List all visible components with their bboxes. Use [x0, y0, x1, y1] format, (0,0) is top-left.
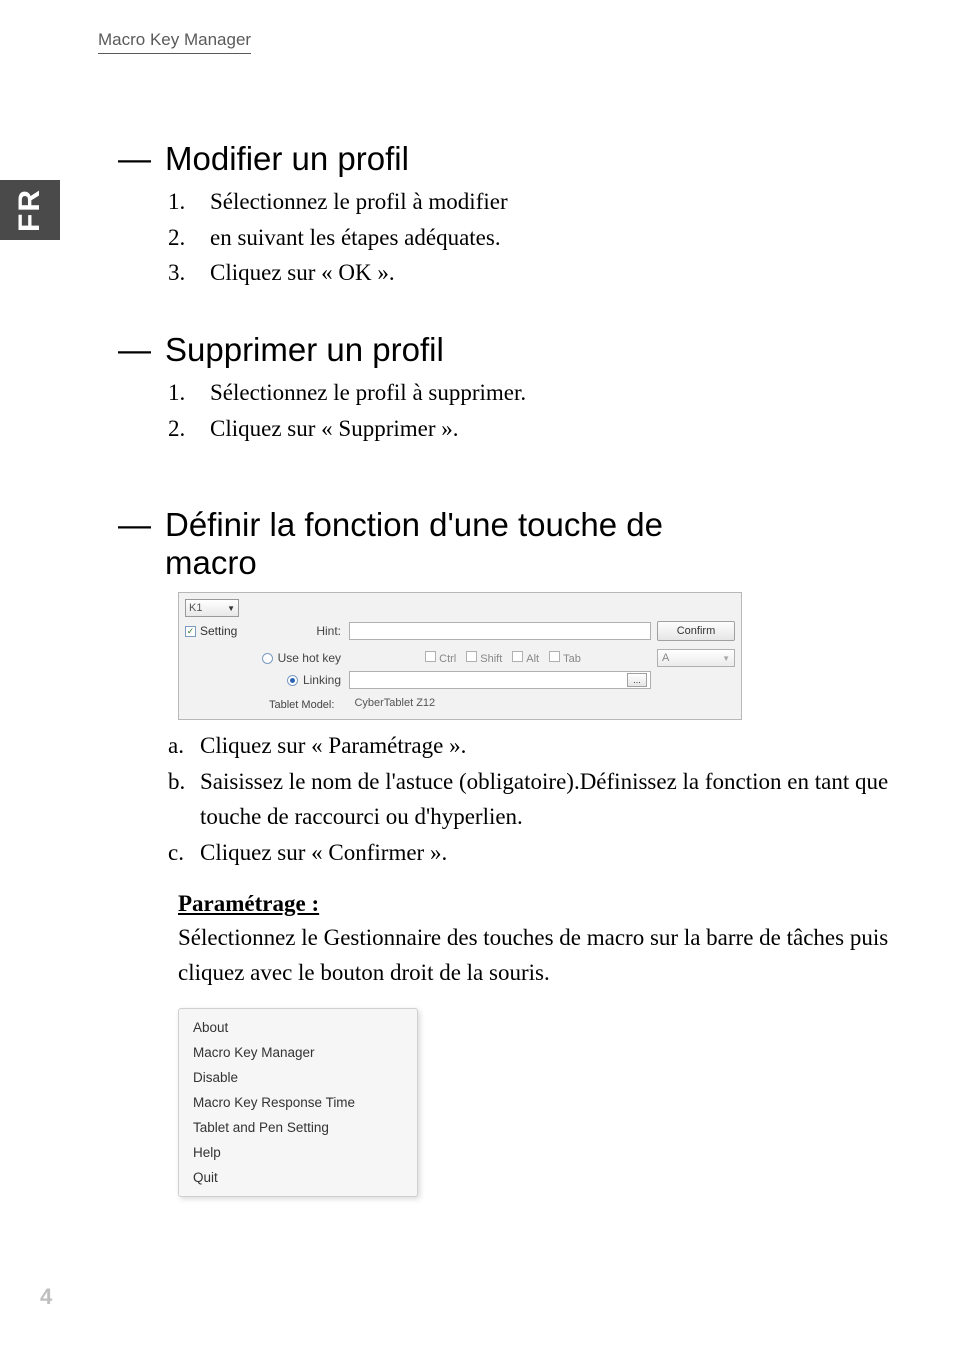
key-selector-value: K1 [189, 602, 202, 614]
tray-context-menu: About Macro Key Manager Disable Macro Ke… [178, 1008, 418, 1197]
parametrage-title: Paramétrage : [178, 887, 914, 922]
tab-checkbox[interactable] [549, 651, 560, 662]
modifier-keys: Ctrl Shift Alt Tab [349, 651, 657, 665]
linking-path-input[interactable]: ... [349, 671, 651, 689]
tab-label: Tab [563, 653, 581, 665]
parametrage-text: Sélectionnez le Gestionnaire des touches… [178, 921, 914, 990]
hotkey-label: Use hot key [278, 651, 341, 665]
em-dash-icon: — [118, 140, 151, 178]
setting-label: Setting [200, 624, 237, 638]
language-tab: FR [0, 180, 60, 240]
list-item: 1. Sélectionnez le profil à supprimer. [168, 375, 914, 411]
step-text: Sélectionnez le profil à modifier [210, 184, 508, 220]
step-text: Cliquez sur « Confirmer ». [200, 835, 447, 871]
section-modify-title: Modifier un profil [165, 140, 409, 178]
linking-label: Linking [303, 673, 341, 687]
delete-steps: 1. Sélectionnez le profil à supprimer. 2… [168, 375, 914, 446]
list-item: 2. Cliquez sur « Supprimer ». [168, 411, 914, 447]
list-item: c. Cliquez sur « Confirmer ». [168, 835, 914, 871]
step-number: c. [168, 835, 190, 871]
menu-item-quit[interactable]: Quit [179, 1165, 417, 1190]
list-item: 1. Sélectionnez le profil à modifier [168, 184, 914, 220]
ctrl-checkbox[interactable] [425, 651, 436, 662]
step-number: 1. [168, 184, 196, 220]
section-delete-heading: — Supprimer un profil [118, 331, 914, 369]
chevron-down-icon: ▼ [722, 654, 730, 663]
em-dash-icon: — [118, 331, 151, 369]
tablet-model-row: Tablet Model: CyberTablet Z12 [179, 691, 741, 719]
shift-checkbox[interactable] [466, 651, 477, 662]
page-content: — Modifier un profil 1. Sélectionnez le … [118, 120, 914, 1197]
step-number: 1. [168, 375, 196, 411]
heading-line2: macro [165, 544, 257, 581]
parametrage-block: Paramétrage : Sélectionnez le Gestionnai… [178, 887, 914, 991]
step-text: Sélectionnez le profil à supprimer. [210, 375, 526, 411]
heading-line1: Définir la fonction d'une touche de [165, 506, 663, 543]
shift-label: Shift [480, 653, 502, 665]
step-text: Saisissez le nom de l'astuce (obligatoir… [200, 764, 914, 835]
hotkey-radio[interactable] [262, 653, 273, 664]
chevron-down-icon: ▼ [227, 604, 235, 613]
step-number: 2. [168, 220, 196, 256]
list-item: a. Cliquez sur « Paramétrage ». [168, 728, 914, 764]
define-substeps: a. Cliquez sur « Paramétrage ». b. Saisi… [168, 728, 914, 871]
step-number: a. [168, 728, 190, 764]
key-combo-dropdown[interactable]: A ▼ [657, 649, 735, 667]
linking-radio[interactable] [287, 675, 298, 686]
macro-settings-screenshot: K1 ▼ ✓ Setting Hint: Confirm Use hot key… [178, 592, 742, 720]
menu-item-help[interactable]: Help [179, 1140, 417, 1165]
browse-button[interactable]: ... [627, 673, 647, 687]
list-item: b. Saisissez le nom de l'astuce (obligat… [168, 764, 914, 835]
page-number: 4 [40, 1284, 52, 1310]
menu-item-disable[interactable]: Disable [179, 1065, 417, 1090]
section-define-heading: — Définir la fonction d'une touche de ma… [118, 506, 914, 582]
menu-item-response-time[interactable]: Macro Key Response Time [179, 1090, 417, 1115]
section-delete-title: Supprimer un profil [165, 331, 444, 369]
key-selector-dropdown[interactable]: K1 ▼ [185, 599, 239, 617]
confirm-button[interactable]: Confirm [657, 621, 735, 641]
step-number: 2. [168, 411, 196, 447]
list-item: 3. Cliquez sur « OK ». [168, 255, 914, 291]
section-modify-heading: — Modifier un profil [118, 140, 914, 178]
section-define-title: Définir la fonction d'une touche de macr… [165, 506, 663, 582]
alt-label: Alt [526, 653, 539, 665]
menu-item-about[interactable]: About [179, 1015, 417, 1040]
setting-checkbox[interactable]: ✓ [185, 626, 196, 637]
doc-header: Macro Key Manager [98, 30, 251, 54]
em-dash-icon: — [118, 506, 151, 544]
alt-checkbox[interactable] [512, 651, 523, 662]
hint-label: Hint: [249, 624, 349, 638]
menu-item-tablet-pen[interactable]: Tablet and Pen Setting [179, 1115, 417, 1140]
ctrl-label: Ctrl [439, 653, 456, 665]
tablet-model-label: Tablet Model: [269, 699, 334, 711]
modify-steps: 1. Sélectionnez le profil à modifier 2. … [168, 184, 914, 291]
menu-item-manager[interactable]: Macro Key Manager [179, 1040, 417, 1065]
step-number: 3. [168, 255, 196, 291]
step-text: Cliquez sur « Supprimer ». [210, 411, 459, 447]
step-text: Cliquez sur « Paramétrage ». [200, 728, 466, 764]
step-number: b. [168, 764, 190, 835]
step-text: Cliquez sur « OK ». [210, 255, 395, 291]
key-combo-value: A [662, 652, 669, 664]
list-item: 2. en suivant les étapes adéquates. [168, 220, 914, 256]
step-text: en suivant les étapes adéquates. [210, 220, 501, 256]
tablet-model-value: CyberTablet Z12 [352, 697, 472, 713]
hint-input[interactable] [349, 622, 651, 640]
